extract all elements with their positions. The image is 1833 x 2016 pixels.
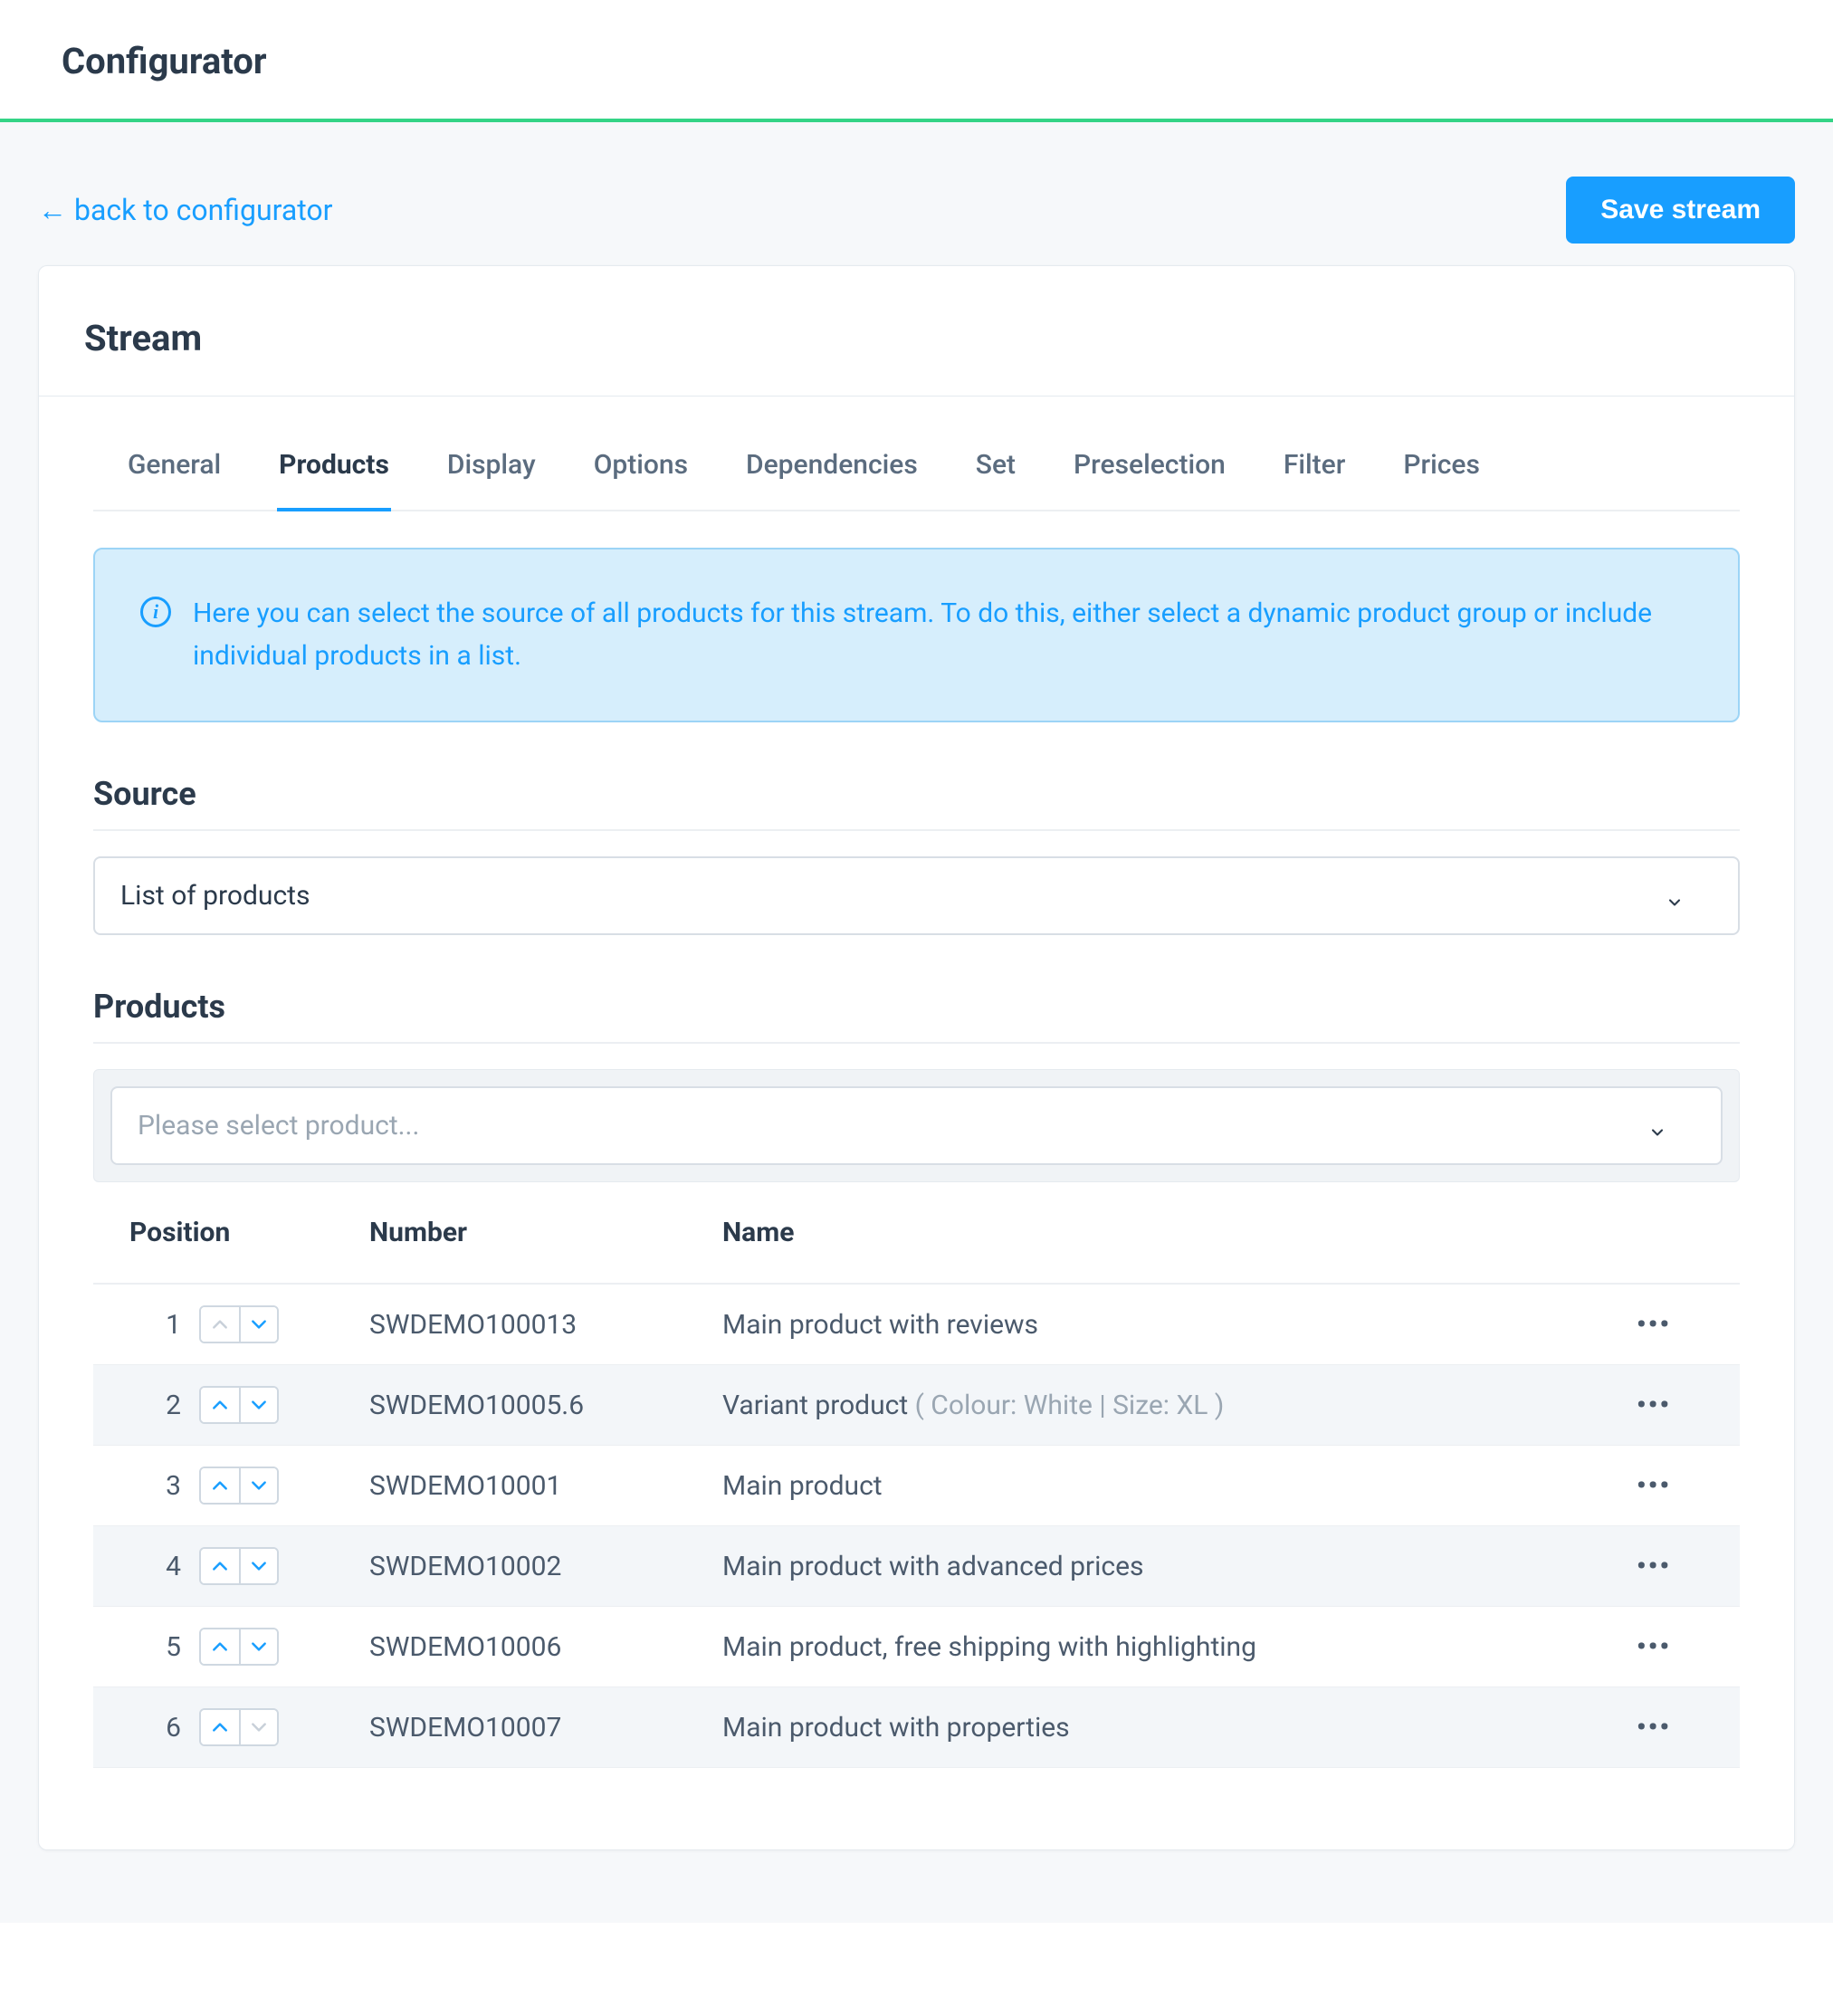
stream-card: Stream General Products Display Options Depe… xyxy=(38,265,1795,1850)
move-down-button[interactable] xyxy=(239,1307,277,1342)
products-heading: Products xyxy=(93,988,1740,1044)
name-cell: Main product with properties xyxy=(704,1687,1495,1768)
chevron-down-icon xyxy=(1648,1117,1666,1135)
move-up-button[interactable] xyxy=(201,1468,239,1503)
spacer-cell xyxy=(1495,1526,1586,1607)
number-cell: SWDEMO100013 xyxy=(351,1284,704,1365)
spacer-cell xyxy=(1495,1284,1586,1365)
move-down-button[interactable] xyxy=(239,1549,277,1583)
row-menu-button[interactable]: ••• xyxy=(1634,1546,1674,1586)
spacer-cell xyxy=(1495,1365,1586,1446)
table-row: 3 SWDEMO10001Main product ••• xyxy=(93,1446,1740,1526)
tab-general[interactable]: General xyxy=(126,449,223,511)
row-menu-button[interactable]: ••• xyxy=(1634,1627,1674,1667)
name-cell: Main product with reviews xyxy=(704,1284,1495,1365)
position-value: 4 xyxy=(161,1551,181,1582)
move-down-button[interactable] xyxy=(239,1629,277,1664)
table-row: 2 SWDEMO10005.6Variant product ( Colour: … xyxy=(93,1365,1740,1446)
col-header-name: Name xyxy=(704,1182,1495,1284)
info-icon: i xyxy=(140,597,171,627)
name-cell: Main product xyxy=(704,1446,1495,1526)
tab-options[interactable]: Options xyxy=(592,449,690,511)
position-value: 3 xyxy=(161,1470,181,1502)
sort-buttons xyxy=(199,1628,279,1666)
name-cell: Variant product ( Colour: White | Size: … xyxy=(704,1365,1495,1446)
move-up-button[interactable] xyxy=(201,1549,239,1583)
position-value: 2 xyxy=(161,1390,181,1421)
row-menu-button[interactable]: ••• xyxy=(1634,1466,1674,1505)
sort-buttons xyxy=(199,1467,279,1505)
number-cell: SWDEMO10001 xyxy=(351,1446,704,1526)
col-header-position: Position xyxy=(93,1182,351,1284)
tab-dependencies[interactable]: Dependencies xyxy=(744,449,920,511)
move-up-button xyxy=(201,1307,239,1342)
col-header-actions xyxy=(1586,1182,1740,1284)
col-header-number: Number xyxy=(351,1182,704,1284)
number-cell: SWDEMO10002 xyxy=(351,1526,704,1607)
info-banner: i Here you can select the source of all … xyxy=(93,548,1740,722)
page-title: Configurator xyxy=(62,40,1771,82)
row-menu-button[interactable]: ••• xyxy=(1634,1707,1674,1747)
sort-buttons xyxy=(199,1305,279,1343)
position-value: 6 xyxy=(161,1712,181,1744)
spacer-cell xyxy=(1495,1607,1586,1687)
row-menu-button[interactable]: ••• xyxy=(1634,1304,1674,1344)
move-down-button xyxy=(239,1710,277,1744)
table-row: 6 SWDEMO10007Main product with properties… xyxy=(93,1687,1740,1768)
move-down-button[interactable] xyxy=(239,1468,277,1503)
tab-filter[interactable]: Filter xyxy=(1282,449,1347,511)
move-down-button[interactable] xyxy=(239,1388,277,1422)
product-picker-placeholder: Please select product... xyxy=(138,1110,419,1142)
position-value: 1 xyxy=(161,1309,181,1341)
chevron-down-icon xyxy=(1666,887,1684,905)
source-select-value: List of products xyxy=(120,880,310,912)
source-heading: Source xyxy=(93,775,1740,831)
back-link-label: back to configurator xyxy=(74,193,333,227)
table-row: 1 SWDEMO100013Main product with reviews ••… xyxy=(93,1284,1740,1365)
name-cell: Main product with advanced prices xyxy=(704,1526,1495,1607)
arrow-left-icon: ← xyxy=(38,193,67,227)
spacer-cell xyxy=(1495,1446,1586,1526)
source-select[interactable]: List of products xyxy=(93,856,1740,935)
info-text: Here you can select the source of all pr… xyxy=(193,593,1693,677)
tabs: General Products Display Options Dependencie… xyxy=(93,397,1740,511)
number-cell: SWDEMO10006 xyxy=(351,1607,704,1687)
number-cell: SWDEMO10005.6 xyxy=(351,1365,704,1446)
move-up-button[interactable] xyxy=(201,1710,239,1744)
spacer-cell xyxy=(1495,1687,1586,1768)
back-to-configurator-link[interactable]: ← back to configurator xyxy=(38,193,333,227)
table-row: 4 SWDEMO10002Main product with advanced p… xyxy=(93,1526,1740,1607)
products-table: Position Number Name 1SWDEMO100013Main p… xyxy=(93,1182,1740,1768)
number-cell: SWDEMO10007 xyxy=(351,1687,704,1768)
row-menu-button[interactable]: ••• xyxy=(1634,1385,1674,1425)
table-row: 5 SWDEMO10006Main product, free shipping … xyxy=(93,1607,1740,1687)
tab-display[interactable]: Display xyxy=(445,449,538,511)
tab-preselection[interactable]: Preselection xyxy=(1072,449,1227,511)
position-value: 5 xyxy=(161,1631,181,1663)
sort-buttons xyxy=(199,1708,279,1746)
sort-buttons xyxy=(199,1547,279,1585)
move-up-button[interactable] xyxy=(201,1388,239,1422)
sort-buttons xyxy=(199,1386,279,1424)
tab-prices[interactable]: Prices xyxy=(1401,449,1482,511)
tab-set[interactable]: Set xyxy=(974,449,1017,511)
name-cell: Main product, free shipping with highlig… xyxy=(704,1607,1495,1687)
save-stream-button[interactable]: Save stream xyxy=(1566,177,1795,244)
move-up-button[interactable] xyxy=(201,1629,239,1664)
col-header-spacer xyxy=(1495,1182,1586,1284)
card-title: Stream xyxy=(84,317,1749,359)
tab-products[interactable]: Products xyxy=(277,449,391,511)
product-picker-select[interactable]: Please select product... xyxy=(110,1086,1723,1165)
